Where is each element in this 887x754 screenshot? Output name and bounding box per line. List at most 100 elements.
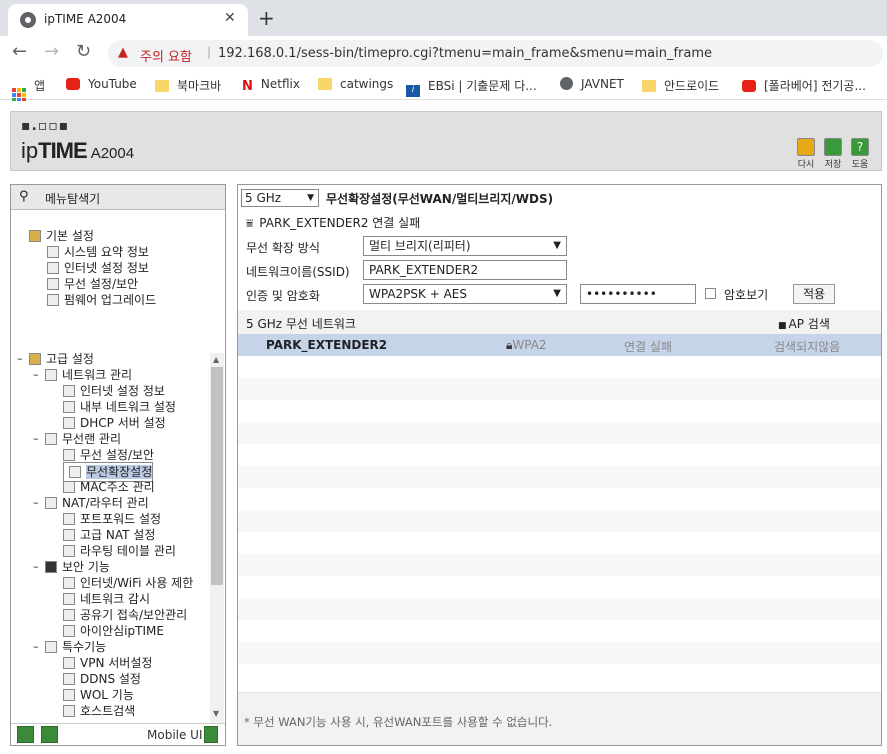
empty-row [238,664,881,686]
connection-status: ⩸ PARK_EXTENDER2 연결 실패 [246,216,421,230]
collapse-icon[interactable]: – [33,432,39,445]
chevron-down-icon: ▼ [553,240,561,251]
bookmark-ebsi[interactable]: i EBSi | 기출문제 다... [406,77,537,97]
menu-item[interactable]: 내부 네트워크 설정 [63,398,176,415]
show-password-checkbox[interactable] [705,288,716,299]
menu-item[interactable]: MAC주소 관리 [63,478,155,495]
router-header: ▪.▫▫▪ ipTIME A2004 다시 저장 ? 도움 [10,111,882,171]
bookmark-youtube[interactable]: YouTube [66,77,137,91]
browser-tab[interactable]: ipTIME A2004 ✕ [8,4,248,36]
security-warning[interactable]: 주의 요함 [140,46,192,65]
mode-row: 무선 확장 방식 멀티 브리지(리피터) ▼ [238,234,881,258]
bookmark-folder[interactable]: catwings [318,77,393,91]
tree-special-features[interactable]: 특수기능 [45,638,106,655]
menu-item[interactable]: 무선 설정/보안 [63,446,154,463]
collapse-icon[interactable]: – [33,560,39,573]
collapse-icon[interactable]: – [33,368,39,381]
apply-button[interactable]: 적용 [793,284,835,304]
menu-wireless-security[interactable]: 무선 설정/보안 [47,275,138,292]
empty-row [238,510,881,532]
bookmark-javnet[interactable]: JAVNET [560,77,624,91]
menu-item[interactable]: 아이안심ipTIME [63,622,164,639]
bookmark-folder[interactable]: 북마크바 [155,77,221,94]
menu-item[interactable]: 인터넷/WiFi 사용 제한 [63,574,193,591]
folder-icon [155,80,169,92]
home-icon[interactable] [17,726,34,743]
ap-search-button[interactable]: ■ AP 검색 [778,315,830,332]
page-icon [63,705,75,717]
scroll-down-icon[interactable]: ▼ [213,709,219,718]
network-row[interactable]: PARK_EXTENDER2 🔒︎WPA2 연결 실패 검색되지않음 [238,334,881,356]
save-button[interactable]: 저장 [822,138,844,170]
empty-row [238,576,881,598]
menu-item[interactable]: WOL 기능 [63,686,134,703]
bookmark-netflix[interactable]: N Netflix [242,77,300,94]
collapse-icon[interactable]: – [33,496,39,509]
url-text[interactable]: 192.168.0.1/sess-bin/timepro.cgi?tmenu=m… [218,46,712,61]
tree-security[interactable]: 보안 기능 [45,558,110,575]
band-select[interactable]: 5 GHz ▼ [241,189,319,207]
back-button[interactable]: 다시 [795,138,817,170]
close-tab-icon[interactable]: ✕ [224,10,236,26]
tools-icon [45,641,57,653]
forward-icon[interactable]: → [44,41,59,62]
menu-item[interactable]: 인터넷 설정 정보 [63,382,165,399]
menu-item[interactable]: 공유기 접속/보안관리 [63,606,187,623]
page-icon [63,529,75,541]
netflix-icon: N [242,79,253,94]
tree-network-management[interactable]: 네트워크 관리 [45,366,132,383]
menu-scrollbar[interactable]: ▲ ▼ [210,353,224,723]
collapse-icon[interactable]: – [17,352,23,365]
tab-title: ipTIME A2004 [44,12,127,26]
menu-item[interactable]: 고급 NAT 설정 [63,526,155,543]
auth-select[interactable]: WPA2PSK + AES ▼ [363,284,567,304]
menu-internet-settings[interactable]: 인터넷 설정 정보 [47,259,149,276]
menu-item[interactable]: 네트워크 감시 [63,590,150,607]
scrollbar-thumb[interactable] [211,367,223,585]
collapse-icon[interactable]: – [33,640,39,653]
wifi-icon [47,278,59,290]
network-result: 검색되지않음 [774,340,841,354]
show-password-label: 암호보기 [724,288,769,302]
bookmark-polarbear[interactable]: [폴라베어] 전기공... [742,77,866,94]
page-title: 무선확장설정(무선WAN/멀티브리지/WDS) [326,192,554,206]
menu-item[interactable]: 포트포워드 설정 [63,510,161,527]
auth-row: 인증 및 암호화 WPA2PSK + AES ▼ •••••••••• 암호보기 … [238,282,881,306]
menu-item[interactable]: DDNS 설정 [63,670,141,687]
warning-icon[interactable]: ▲ [118,45,128,60]
page-icon [63,609,75,621]
scroll-up-icon[interactable]: ▲ [213,355,219,364]
tree-wireless-management[interactable]: 무선랜 관리 [45,430,121,447]
chart-icon [47,246,59,258]
youtube-icon [66,78,80,90]
menu-item[interactable]: 라우팅 테이블 관리 [63,542,176,559]
mobile-ui-link[interactable]: Mobile UI [147,728,203,742]
menu-item[interactable]: DHCP 서버 설정 [63,414,166,431]
menu-item[interactable]: VPN 서버설정 [63,654,152,671]
help-button[interactable]: ? 도움 [849,138,871,170]
address-bar[interactable]: ▲ 주의 요함 | 192.168.0.1/sess-bin/timepro.c… [108,40,883,67]
tree-nat-router[interactable]: NAT/라우터 관리 [45,494,149,511]
bookmark-apps[interactable]: 앱 [12,77,45,102]
menu-firmware-upgrade[interactable]: 펌웨어 업그레이드 [47,291,156,308]
menu-item[interactable]: 호스트검색 [63,702,135,719]
mobile-icon[interactable] [204,726,218,743]
tree-basic-settings[interactable]: 기본 설정 [29,227,94,244]
logout-icon[interactable] [41,726,58,743]
empty-row [238,378,881,400]
network-list-header: 5 GHz 무선 네트워크 ■ AP 검색 [238,310,881,334]
bookmark-folder[interactable]: 안드로이드 [642,77,719,94]
mode-select[interactable]: 멀티 브리지(리피터) ▼ [363,236,567,256]
tree-advanced-settings[interactable]: 고급 설정 [29,350,94,367]
back-icon[interactable]: ← [12,41,27,62]
new-tab-icon[interactable]: + [258,6,275,30]
browser-tab-strip: ipTIME A2004 ✕ + [0,0,887,36]
reload-icon[interactable]: ↻ [76,41,91,62]
menu-system-summary[interactable]: 시스템 요약 정보 [47,243,149,260]
globe-icon [560,77,573,90]
router-icon [45,497,57,509]
folder-icon [29,353,41,365]
folder-icon [29,230,41,242]
password-input[interactable]: •••••••••• [580,284,696,304]
ssid-input[interactable]: PARK_EXTENDER2 [363,260,567,280]
